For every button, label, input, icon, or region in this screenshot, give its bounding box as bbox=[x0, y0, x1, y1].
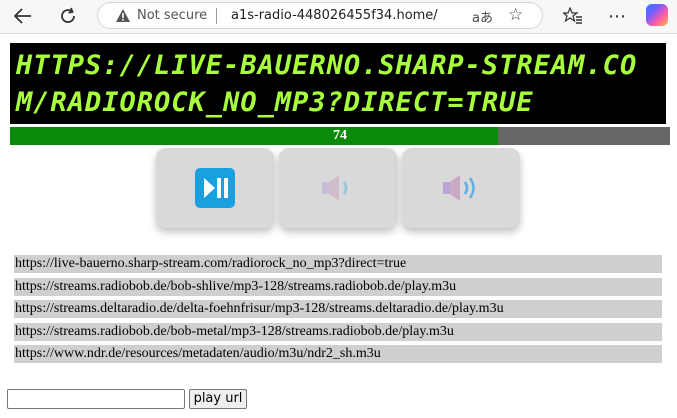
station-item[interactable]: https://streams.deltaradio.de/delta-foeh… bbox=[14, 300, 662, 318]
volume-value: 74 bbox=[333, 128, 347, 143]
browser-toolbar: Not secure a1s-radio-448026455f34.home/ … bbox=[0, 0, 677, 34]
favorite-star-icon[interactable]: ☆ bbox=[508, 5, 523, 25]
volume-up-button[interactable] bbox=[402, 148, 520, 228]
warning-icon[interactable] bbox=[115, 8, 131, 24]
volume-bar[interactable]: 74 bbox=[10, 127, 670, 145]
back-arrow-icon[interactable] bbox=[11, 6, 35, 26]
volume-down-button[interactable] bbox=[279, 148, 397, 228]
security-label[interactable]: Not secure bbox=[137, 8, 207, 23]
station-item[interactable]: https://streams.radiobob.de/bob-shlive/m… bbox=[14, 277, 662, 296]
play-pause-button[interactable] bbox=[156, 148, 274, 228]
address-bar[interactable]: Not secure a1s-radio-448026455f34.home/ … bbox=[97, 2, 543, 29]
more-menu-icon[interactable]: ⋯ bbox=[605, 6, 629, 27]
station-item[interactable]: https://live-bauerno.sharp-stream.com/ra… bbox=[14, 255, 662, 273]
copilot-icon[interactable] bbox=[646, 4, 668, 26]
reload-icon[interactable] bbox=[56, 6, 80, 26]
url-input[interactable] bbox=[7, 389, 185, 409]
address-divider bbox=[216, 8, 217, 24]
station-item[interactable]: https://www.ndr.de/resources/metadaten/a… bbox=[14, 345, 662, 363]
speaker-low-icon bbox=[322, 175, 348, 201]
address-text[interactable]: a1s-radio-448026455f34.home/ bbox=[231, 8, 438, 23]
station-list: https://live-bauerno.sharp-stream.com/ra… bbox=[14, 255, 662, 368]
play-pause-icon bbox=[195, 168, 235, 208]
play-url-button[interactable]: play url bbox=[189, 389, 247, 409]
favorites-list-icon[interactable] bbox=[561, 6, 585, 26]
translate-icon[interactable]: aあ bbox=[472, 7, 493, 26]
station-display: https://live-bauerno.sharp-stream.com/ra… bbox=[10, 43, 666, 124]
station-item[interactable]: https://streams.radiobob.de/bob-metal/mp… bbox=[14, 322, 662, 341]
speaker-high-icon bbox=[443, 175, 475, 201]
